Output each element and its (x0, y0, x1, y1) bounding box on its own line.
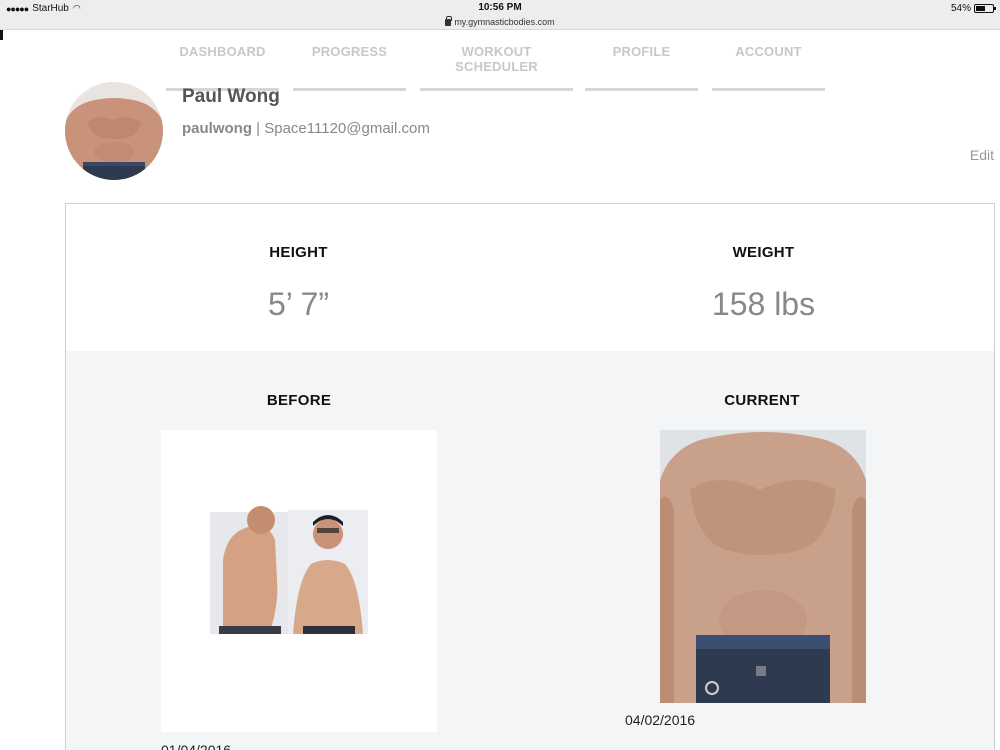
edit-profile-link[interactable]: Edit (970, 147, 994, 163)
nav-dashboard[interactable]: DASHBOARD (166, 44, 279, 91)
address-bar[interactable]: my.gymnasticbodies.com (445, 16, 555, 27)
status-bar: ●●●●● StarHub ◠ 10:56 PM my.gymnasticbod… (0, 0, 1000, 30)
current-label: CURRENT (724, 392, 800, 409)
nav-profile[interactable]: PROFILE (585, 44, 698, 91)
clock: 10:56 PM (478, 2, 522, 13)
battery-icon (974, 4, 996, 13)
weight-label: WEIGHT (732, 244, 795, 261)
nav-progress[interactable]: PROGRESS (293, 44, 406, 91)
avatar-photo (65, 82, 163, 180)
current-photo-image (660, 430, 866, 703)
stats-panel: HEIGHT 5’ 7” WEIGHT 158 lbs (65, 203, 995, 352)
before-date: 01/04/2016 (161, 742, 232, 750)
profile-username: paulwong (182, 120, 252, 137)
profile-email: Space11120@gmail.com (264, 120, 430, 137)
height-value: 5’ 7” (267, 286, 330, 322)
avatar[interactable] (65, 82, 163, 180)
lock-icon (445, 16, 453, 26)
text-cursor (0, 30, 3, 40)
status-right: 54% (950, 3, 996, 14)
photos-panel: BEFORE CURRENT 01/04/2016 04/02/2016 (65, 351, 995, 750)
profile-separator: | (252, 120, 265, 137)
url-text: my.gymnasticbodies.com (454, 16, 555, 27)
profile-name: Paul Wong (182, 86, 280, 107)
height-label: HEIGHT (269, 244, 328, 261)
main-nav: DASHBOARD PROGRESS WORKOUT SCHEDULER PRO… (166, 44, 825, 91)
current-date: 04/02/2016 (625, 712, 696, 728)
profile-userline: paulwong | Space11120@gmail.com (182, 120, 430, 137)
status-center: 10:56 PM my.gymnasticbodies.com (0, 2, 1000, 31)
nav-workout-scheduler[interactable]: WORKOUT SCHEDULER (420, 44, 573, 91)
before-label: BEFORE (266, 392, 332, 409)
battery-percent: 54% (950, 3, 971, 14)
current-photo[interactable] (660, 430, 866, 703)
before-photo-image (210, 506, 368, 634)
before-photo[interactable] (161, 430, 437, 732)
weight-value: 158 lbs (711, 286, 816, 322)
nav-account[interactable]: ACCOUNT (712, 44, 825, 91)
